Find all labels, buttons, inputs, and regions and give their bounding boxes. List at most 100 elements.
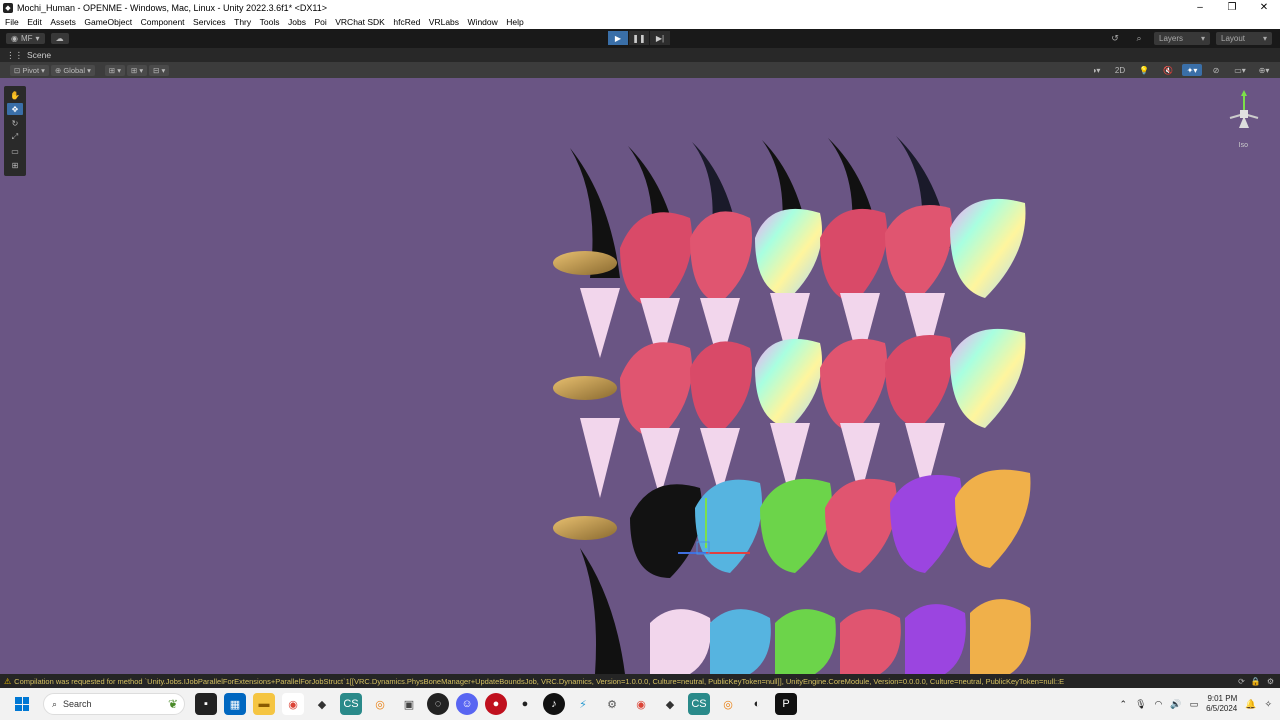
snap-settings-button[interactable]: ⊟ ▾ bbox=[149, 64, 170, 76]
menu-edit[interactable]: Edit bbox=[27, 17, 42, 27]
microphone-icon[interactable]: 🎙 bbox=[1135, 699, 1146, 710]
taskbar-search[interactable]: ⌕ Search ❦ bbox=[43, 693, 185, 715]
pivot-icon: ⊡ bbox=[14, 65, 21, 75]
settings-icon[interactable]: ⚙ bbox=[601, 693, 623, 715]
menu-thry[interactable]: Thry bbox=[234, 17, 251, 27]
system-tray: ⌃ 🎙 ◠ 🔊 ▭ 9:01 PM 6/5/2024 🔔 ✧ bbox=[1120, 688, 1272, 720]
obs-icon[interactable]: ◌ bbox=[427, 693, 449, 715]
copilot-icon[interactable]: ✧ bbox=[1264, 699, 1272, 710]
scene-viewport[interactable]: ✋ ✥ ↻ ⤢ ▭ ⊞ Iso bbox=[0, 78, 1280, 674]
task-view-icon[interactable]: ▪ bbox=[195, 693, 217, 715]
warning-icon: ⚠ bbox=[4, 676, 12, 686]
rotate-tool-icon[interactable]: ↻ bbox=[7, 117, 23, 129]
gizmos-icon[interactable]: ⊕▾ bbox=[1254, 64, 1274, 76]
chevron-up-icon[interactable]: ⌃ bbox=[1120, 699, 1128, 710]
chrome-profile-icon[interactable]: ◉ bbox=[630, 693, 652, 715]
layers-label: Layers bbox=[1159, 34, 1184, 43]
notification-bell-icon[interactable]: 🔔 bbox=[1245, 699, 1256, 710]
cloud-button[interactable]: ☁ bbox=[50, 33, 69, 44]
file-explorer-icon[interactable]: ▬ bbox=[253, 693, 275, 715]
menu-assets[interactable]: Assets bbox=[50, 17, 76, 27]
menu-vrchat-sdk[interactable]: VRChat SDK bbox=[335, 17, 385, 27]
wifi-icon[interactable]: ◠ bbox=[1155, 699, 1163, 710]
speaker-icon[interactable]: 🔊 bbox=[1170, 699, 1181, 710]
chrome-icon[interactable]: ◉ bbox=[282, 693, 304, 715]
tab-scene[interactable]: ⋮⋮ Scene bbox=[0, 50, 51, 61]
grid-icon: ⋮⋮ bbox=[6, 49, 23, 60]
menu-component[interactable]: Component bbox=[141, 17, 185, 27]
clip-studio-2-icon[interactable]: CS bbox=[688, 693, 710, 715]
history-icon[interactable]: ↺ bbox=[1106, 32, 1124, 45]
blender-icon[interactable]: ◎ bbox=[369, 693, 391, 715]
hand-tool-icon[interactable]: ✋ bbox=[7, 89, 23, 101]
account-dropdown[interactable]: ◉ MF ▾ bbox=[6, 33, 45, 44]
unity-hub-icon[interactable]: ◆ bbox=[311, 693, 333, 715]
orientation-gizmo[interactable] bbox=[1224, 86, 1264, 146]
pause-button[interactable]: ❚❚ bbox=[629, 31, 649, 45]
iso-label[interactable]: Iso bbox=[1239, 142, 1248, 149]
blender-2-icon[interactable]: ◎ bbox=[717, 693, 739, 715]
transform-tool-icon[interactable]: ⊞ bbox=[7, 159, 23, 171]
window-app-icon[interactable]: ▣ bbox=[398, 693, 420, 715]
battery-icon[interactable]: ▭ bbox=[1190, 699, 1199, 710]
menu-window[interactable]: Window bbox=[468, 17, 498, 27]
hidden-objects-icon[interactable]: ⊘ bbox=[1206, 64, 1226, 76]
minimize-button[interactable]: – bbox=[1184, 0, 1216, 15]
rect-tool-icon[interactable]: ▭ bbox=[7, 145, 23, 157]
github-icon[interactable]: ● bbox=[514, 693, 536, 715]
scale-tool-icon[interactable]: ⤢ bbox=[7, 131, 23, 143]
pivot-toggle[interactable]: ⊡ Pivot ▾ bbox=[10, 64, 49, 76]
close-button[interactable]: ✕ bbox=[1248, 0, 1280, 15]
clock[interactable]: 9:01 PM 6/5/2024 bbox=[1206, 694, 1237, 714]
progress-icon[interactable]: ⟳ bbox=[1238, 677, 1245, 686]
shading-mode-icon[interactable]: ◑▾ bbox=[1086, 64, 1106, 76]
clock-date: 6/5/2024 bbox=[1206, 704, 1238, 713]
lighting-icon[interactable]: 💡 bbox=[1134, 64, 1154, 76]
global-toggle[interactable]: ⊕ Global ▾ bbox=[50, 64, 95, 76]
discord-icon[interactable]: ☺ bbox=[456, 693, 478, 715]
search-icon[interactable]: ⌕ bbox=[1130, 32, 1148, 45]
camera-icon[interactable]: ▭▾ bbox=[1230, 64, 1250, 76]
effects-icon[interactable]: ✦▾ bbox=[1182, 64, 1202, 76]
console-status-bar[interactable]: ⚠ Compilation was requested for method `… bbox=[0, 674, 1280, 688]
scene-tab-bar: ⋮⋮ Scene bbox=[0, 48, 1280, 62]
title-bar: ◆ Mochi_Human - OPENME - Windows, Mac, L… bbox=[0, 0, 1280, 15]
menu-hfcred[interactable]: hfcRed bbox=[393, 17, 420, 27]
windows-start-icon[interactable] bbox=[15, 697, 29, 711]
layout-dropdown[interactable]: Layout ▾ bbox=[1216, 32, 1272, 45]
audio-icon[interactable]: 🔇 bbox=[1158, 64, 1178, 76]
menu-bar: File Edit Assets GameObject Component Se… bbox=[0, 15, 1280, 29]
menu-vrlabs[interactable]: VRLabs bbox=[429, 17, 459, 27]
play-button[interactable]: ▶ bbox=[608, 31, 628, 45]
grid-snap-button[interactable]: ⊞ ▾ bbox=[104, 64, 126, 76]
menu-services[interactable]: Services bbox=[193, 17, 226, 27]
layers-dropdown[interactable]: Layers ▾ bbox=[1154, 32, 1210, 45]
maximize-button[interactable]: ❐ bbox=[1216, 0, 1248, 15]
clip-studio-icon[interactable]: CS bbox=[340, 693, 362, 715]
unity-icon[interactable]: ◆ bbox=[659, 693, 681, 715]
tiktok-icon[interactable]: ♪ bbox=[543, 693, 565, 715]
menu-jobs[interactable]: Jobs bbox=[288, 17, 306, 27]
paint-app-icon[interactable]: P bbox=[775, 693, 797, 715]
move-tool-icon[interactable]: ✥ bbox=[7, 103, 23, 115]
horn-row-1 bbox=[553, 198, 1026, 308]
globe-icon: ⊕ bbox=[54, 65, 62, 75]
blue-app-icon[interactable]: ⚡ bbox=[572, 693, 594, 715]
steam-icon[interactable]: ◐ bbox=[746, 693, 768, 715]
unity-app-icon: ◆ bbox=[3, 2, 13, 13]
store-icon[interactable]: ▦ bbox=[224, 693, 246, 715]
debug-icon[interactable]: ⚙ bbox=[1267, 677, 1274, 686]
window-title: Mochi_Human - OPENME - Windows, Mac, Lin… bbox=[17, 2, 327, 13]
menu-gameobject[interactable]: GameObject bbox=[84, 17, 132, 27]
search-placeholder: Search bbox=[63, 699, 92, 709]
lock-icon[interactable]: 🔒 bbox=[1251, 677, 1261, 686]
menu-poi[interactable]: Poi bbox=[314, 17, 326, 27]
red-app-icon[interactable]: ● bbox=[485, 693, 507, 715]
mode-2d-toggle[interactable]: 2D bbox=[1110, 64, 1130, 76]
menu-file[interactable]: File bbox=[5, 17, 19, 27]
step-button[interactable]: ▶| bbox=[650, 31, 670, 45]
scene-toolbar: ⊡ Pivot ▾ ⊕ Global ▾ ⊞ ▾ ⊞ ▾ ⊟ ▾ ◑▾ 2D 💡… bbox=[0, 62, 1280, 78]
snap-increment-button[interactable]: ⊞ ▾ bbox=[127, 64, 148, 76]
menu-tools[interactable]: Tools bbox=[260, 17, 280, 27]
menu-help[interactable]: Help bbox=[506, 17, 523, 27]
